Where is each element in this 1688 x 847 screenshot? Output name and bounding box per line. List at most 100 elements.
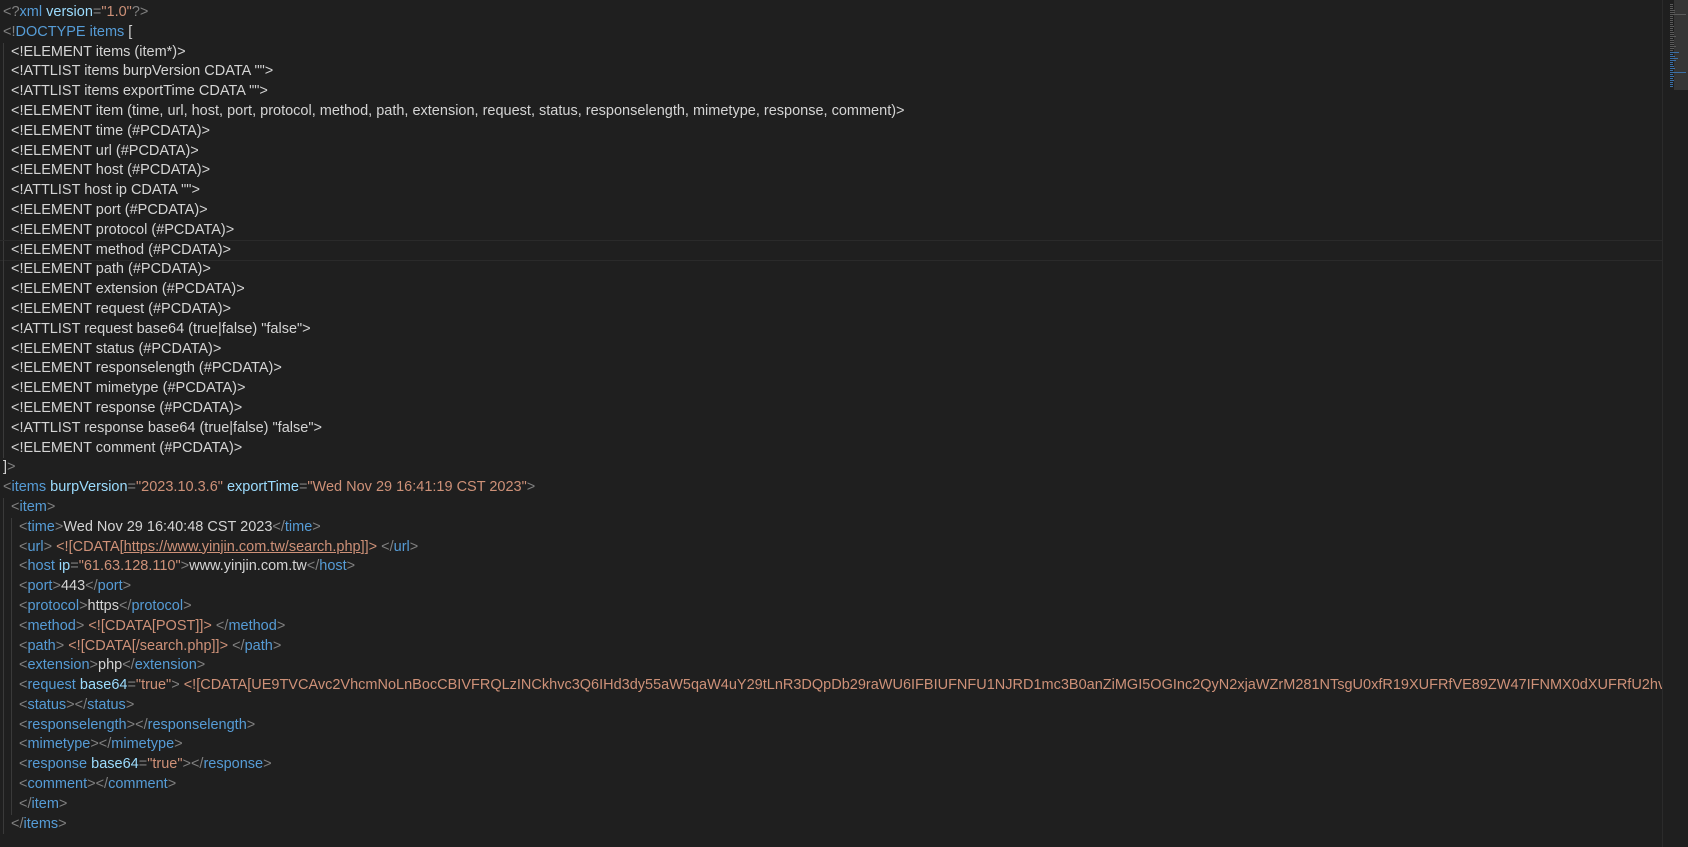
code-line[interactable]: <!ELEMENT path (#PCDATA)> (0, 260, 1663, 281)
code-line[interactable]: <!ELEMENT extension (#PCDATA)> (0, 280, 1663, 300)
code-line[interactable]: <extension>php</extension> (0, 656, 1663, 677)
code-line[interactable]: <!ATTLIST items burpVersion CDATA ""> (0, 62, 1663, 83)
indent-guide (3, 359, 4, 380)
code-line[interactable]: <host ip="61.63.128.110">www.yinjin.com.… (0, 557, 1663, 578)
code-line[interactable]: <item> (0, 497, 1663, 518)
minimap-row (1670, 18, 1673, 19)
token-tag: extension (27, 657, 90, 674)
code-line[interactable]: <url> <![CDATA[https://www.yinjin.com.tw… (0, 537, 1663, 558)
token-str: "Wed Nov 29 16:41:19 CST 2023" (307, 479, 527, 496)
code-line-text: <!ELEMENT time (#PCDATA)> (11, 123, 210, 139)
code-line[interactable]: <!ELEMENT item (time, url, host, port, p… (0, 101, 1663, 122)
code-line[interactable]: <!ELEMENT response (#PCDATA)> (0, 398, 1663, 419)
code-line[interactable]: <!ELEMENT host (#PCDATA)> (0, 161, 1663, 182)
minimap-row (1670, 24, 1674, 25)
code-line[interactable]: <request base64="true"> <![CDATA[UE9TVCA… (0, 676, 1663, 696)
code-line[interactable]: <!ATTLIST host ip CDATA ""> (0, 181, 1663, 201)
minimap-row (1670, 26, 1674, 27)
token-tag: method (27, 617, 76, 634)
token-dtd: <!ATTLIST host ip CDATA ""> (11, 182, 200, 199)
token-txt: [ (124, 23, 133, 40)
code-line[interactable]: <!ELEMENT request (#PCDATA)> (0, 299, 1663, 320)
code-text-area[interactable]: <?xml version="1.0"?> <!DOCTYPE items [<!… (0, 3, 1663, 847)
code-line[interactable]: <!ATTLIST request base64 (true|false) "f… (0, 319, 1663, 340)
code-line[interactable]: </item> (0, 794, 1663, 815)
token-tag: host (319, 558, 347, 575)
token-dtd: <!ATTLIST items exportTime CDATA ""> (11, 83, 268, 100)
code-line[interactable]: <mimetype></mimetype> (0, 735, 1663, 756)
indent-guide (11, 794, 12, 815)
indent-guide (3, 735, 4, 756)
token-link: https://www.yinjin.com.tw/search.php (123, 538, 361, 555)
indent-guide (3, 715, 4, 736)
token-txt: Wed Nov 29 16:40:48 CST 2023 (63, 518, 273, 535)
token-pun: </ (272, 518, 285, 535)
minimap[interactable] (1670, 4, 1686, 87)
code-line-text: <!ELEMENT items (item*)> (11, 44, 186, 60)
indent-guide (11, 735, 12, 756)
code-editor[interactable]: <?xml version="1.0"?> <!DOCTYPE items [<!… (0, 0, 1688, 847)
token-tag: port (27, 578, 53, 595)
code-line[interactable]: <!ELEMENT method (#PCDATA)> (0, 239, 1663, 262)
code-line[interactable]: <response base64="true"></response> (0, 755, 1663, 776)
token-pun: > (409, 538, 419, 555)
code-line[interactable]: <!DOCTYPE items [ (0, 23, 1663, 43)
code-line[interactable]: <path> <![CDATA[/search.php]]> </path> (0, 636, 1663, 657)
token-tag: response (27, 756, 88, 773)
code-line[interactable]: <!ELEMENT url (#PCDATA)> (0, 141, 1663, 162)
code-line[interactable]: </items> (0, 814, 1663, 835)
code-line[interactable]: <!ATTLIST response base64 (true|false) "… (0, 418, 1663, 439)
code-line-text: <!ELEMENT item (time, url, host, port, p… (11, 103, 905, 119)
code-line[interactable]: <time>Wed Nov 29 16:40:48 CST 2023</time… (0, 517, 1663, 538)
token-tag: item (31, 795, 59, 812)
token-dtd: <!ATTLIST request base64 (true|false) "f… (11, 320, 311, 337)
minimap-row (1670, 72, 1686, 73)
indent-guide (11, 656, 12, 677)
minimap-row (1670, 34, 1674, 35)
code-line-text: ]> (3, 459, 16, 475)
indent-guide (11, 537, 12, 558)
code-line[interactable]: <!ELEMENT status (#PCDATA)> (0, 339, 1663, 360)
code-line[interactable]: <!ELEMENT responselength (#PCDATA)> (0, 359, 1663, 380)
token-pun: > (43, 538, 57, 555)
code-line[interactable]: <comment></comment> (0, 775, 1663, 795)
code-line[interactable]: <responselength></responselength> (0, 715, 1663, 736)
code-line[interactable]: <!ELEMENT protocol (#PCDATA)> (0, 220, 1663, 241)
code-line-text: <!ELEMENT comment (#PCDATA)> (11, 440, 242, 456)
code-line[interactable]: <method> <![CDATA[POST]]> </method> (0, 616, 1663, 637)
token-attr: base64 (91, 756, 139, 773)
code-line[interactable]: <!ELEMENT time (#PCDATA)> (0, 121, 1663, 142)
indent-guide (3, 101, 4, 122)
code-line[interactable]: <port>443</port> (0, 577, 1663, 597)
indent-guide (3, 240, 4, 261)
code-line[interactable]: <!ATTLIST items exportTime CDATA ""> (0, 82, 1663, 102)
indent-guide (3, 577, 4, 597)
token-tag: path (244, 637, 273, 654)
code-line[interactable]: <!ELEMENT comment (#PCDATA)> (0, 438, 1663, 459)
token-dtd: <!ELEMENT url (#PCDATA)> (11, 142, 199, 159)
vertical-scrollbar[interactable] (1662, 0, 1688, 847)
code-line[interactable]: <items burpVersion="2023.10.3.6" exportT… (0, 478, 1663, 498)
token-pun: > (55, 637, 69, 654)
token-pun: </ (377, 538, 394, 555)
token-pun: > (52, 578, 61, 595)
code-line[interactable]: <!ELEMENT items (item*)> (0, 42, 1663, 63)
code-line-text: <protocol>https</protocol> (19, 598, 192, 614)
code-line[interactable]: <protocol>https</protocol> (0, 596, 1663, 617)
code-line[interactable]: <!ELEMENT port (#PCDATA)> (0, 200, 1663, 221)
token-tag: mimetype (27, 736, 91, 753)
token-dtd: <!ELEMENT status (#PCDATA)> (11, 340, 222, 357)
indent-guide (11, 577, 12, 597)
indent-guide (3, 497, 4, 518)
token-tag: protocol (131, 597, 184, 614)
token-tag: status (87, 696, 126, 713)
code-line[interactable]: <!ELEMENT mimetype (#PCDATA)> (0, 379, 1663, 399)
token-pun: > (246, 716, 256, 733)
code-line[interactable]: ]> (0, 458, 1663, 478)
indent-guide (3, 517, 4, 538)
code-line[interactable]: <status></status> (0, 695, 1663, 716)
token-cdata: <![CDATA[UE9TVCAvc2VhcmNoLnBocCBIVFRQLzI… (183, 677, 1663, 694)
code-line[interactable]: <?xml version="1.0"?> (0, 3, 1663, 23)
token-attr: base64 (79, 677, 128, 694)
token-tag: host (27, 558, 55, 575)
